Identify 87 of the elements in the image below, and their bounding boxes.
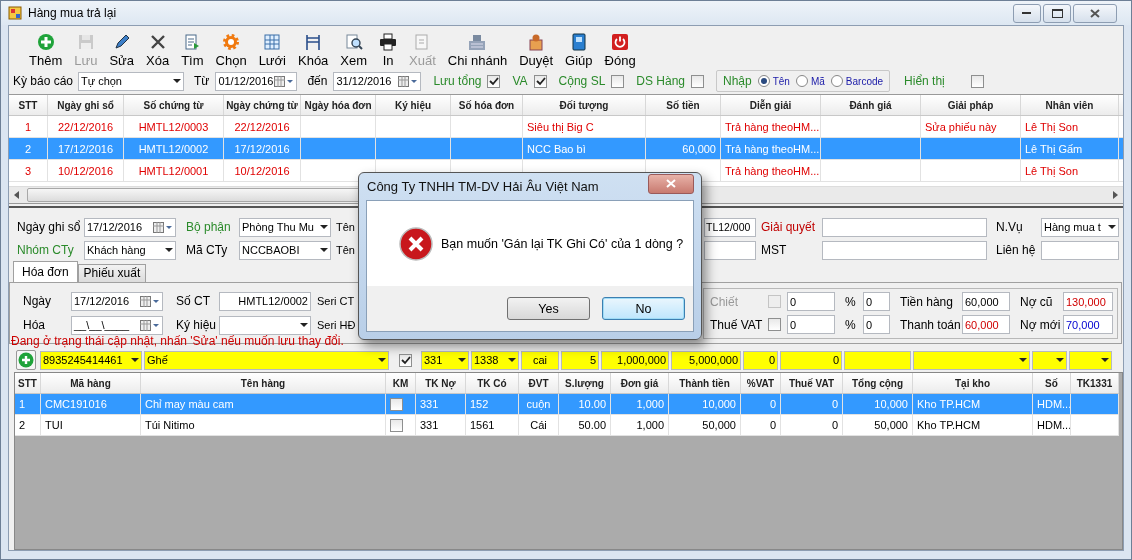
- field-label: Tên: [336, 244, 355, 256]
- table-cell: Trả hàng theoHM...: [725, 164, 820, 177]
- field-label: Bộ phận: [186, 220, 232, 234]
- table-cell: 22/12/2016: [57, 120, 114, 133]
- table-cell: Kho TP.HCM: [917, 398, 981, 410]
- table-cell: 60,000: [682, 142, 716, 155]
- table-cell: 10/12/2016: [57, 164, 114, 177]
- field-label: N.Vụ: [996, 220, 1024, 234]
- table-cell: 0: [769, 398, 776, 410]
- table-cell: Siêu thị Big C: [527, 120, 594, 133]
- table-cell: HMTL12/0002: [138, 142, 209, 155]
- table-cell: 1561: [470, 419, 495, 431]
- percent-label: %: [845, 294, 857, 309]
- field-label: Ký hiệu: [176, 318, 218, 332]
- dialog-message: Bạn muốn 'Gán lại TK Ghi Có' của 1 dòng ?: [441, 236, 684, 251]
- table-cell: Túi Nitimo: [145, 419, 195, 431]
- field-label: Nợ cũ: [1020, 294, 1054, 309]
- table-cell: Cái: [530, 419, 547, 431]
- field-label: MST: [761, 243, 788, 257]
- table-cell: Kho TP.HCM: [917, 419, 981, 431]
- table-cell: 3: [24, 164, 32, 177]
- to-label: đến: [307, 74, 328, 88]
- field-label: Liên hệ: [996, 243, 1037, 257]
- table-cell: 1: [24, 120, 32, 133]
- table-cell: 10,000: [702, 398, 736, 410]
- field-label: Seri HĐ: [317, 319, 356, 331]
- field-label: Ngày ghi sổ: [17, 220, 82, 234]
- table-cell: 10.00: [578, 398, 606, 410]
- status-message: Đang ở trạng thái cập nhật, nhấn 'Sửa' nếu muốn lưu thay đổi.: [10, 333, 345, 349]
- table-cell: cuộn: [526, 398, 551, 410]
- field-label: Nhóm CTy: [17, 243, 75, 257]
- option-label: Lưu tổng: [433, 74, 482, 88]
- table-cell: 10/12/2016: [234, 164, 290, 177]
- table-cell: 1,000: [636, 419, 664, 431]
- field-label: Số CT: [176, 294, 211, 308]
- table-cell: Sửa phiếu này: [925, 120, 997, 133]
- field-label: Tiền hàng: [900, 294, 954, 309]
- table-cell: Lê Thị Gấm: [1025, 142, 1083, 155]
- table-cell: 331: [420, 419, 439, 431]
- table-cell: 2: [24, 142, 32, 155]
- table-cell: 17/12/2016: [57, 142, 114, 155]
- table-cell: 50,000: [702, 419, 736, 431]
- field-label: Seri CT: [317, 295, 355, 307]
- field-label: Tên: [336, 221, 355, 233]
- option-label: VA: [512, 74, 528, 88]
- percent-label: %: [845, 317, 857, 332]
- field-label: Chiết: [710, 294, 739, 309]
- field-label: Nợ mới: [1020, 317, 1062, 332]
- dialog-title: Công Ty TNHH TM-DV Hải Âu Việt Nam: [367, 179, 599, 194]
- table-cell: HMTL12/0003: [138, 120, 209, 133]
- table-cell: 1: [19, 398, 26, 410]
- from-label: Từ: [194, 74, 210, 88]
- table-cell: 0: [831, 398, 838, 410]
- table-cell: Trả hàng theoHM...: [725, 120, 820, 133]
- table-cell: Trả hàng theoHM...: [725, 142, 820, 155]
- table-cell: Lê Thị Son: [1025, 120, 1078, 133]
- table-cell: Chỉ may màu cam: [145, 398, 234, 410]
- field-label: Mã CTy: [186, 243, 229, 257]
- table-cell: 17/12/2016: [234, 142, 290, 155]
- table-cell: 152: [470, 398, 489, 410]
- table-cell: HDM...: [1037, 419, 1070, 431]
- field-label: Thuế VAT: [710, 317, 764, 332]
- option-label: DS Hàng: [636, 74, 685, 88]
- input-mode-label: Nhập: [723, 74, 752, 88]
- table-cell: 10,000: [874, 398, 908, 410]
- field-label: Thanh toán: [900, 317, 962, 332]
- table-cell: Lê Thị Son: [1025, 164, 1078, 177]
- table-cell: HDM...: [1037, 398, 1070, 410]
- table-cell: CMC191016: [45, 398, 107, 410]
- table-cell: 0: [769, 419, 776, 431]
- table-cell: 1,000: [636, 398, 664, 410]
- option-label: Cộng SL: [558, 74, 606, 88]
- table-cell: TUI: [45, 419, 63, 431]
- table-cell: 0: [831, 419, 838, 431]
- table-cell: NCC Bao bì: [527, 142, 586, 155]
- window-title: Hàng mua trả lại: [28, 6, 117, 20]
- show-label: Hiển thị: [904, 74, 945, 88]
- period-label: Kỳ báo cáo: [13, 74, 75, 88]
- table-cell: 2: [19, 419, 26, 431]
- field-label: Hóa: [23, 318, 46, 332]
- field-label: Ngày: [23, 294, 52, 308]
- table-cell: 22/12/2016: [234, 120, 290, 133]
- table-cell: 331: [420, 398, 439, 410]
- field-label: Giải quyết: [761, 220, 817, 234]
- table-cell: 50.00: [578, 419, 606, 431]
- table-cell: 50,000: [874, 419, 908, 431]
- table-cell: HMTL12/0001: [138, 164, 209, 177]
